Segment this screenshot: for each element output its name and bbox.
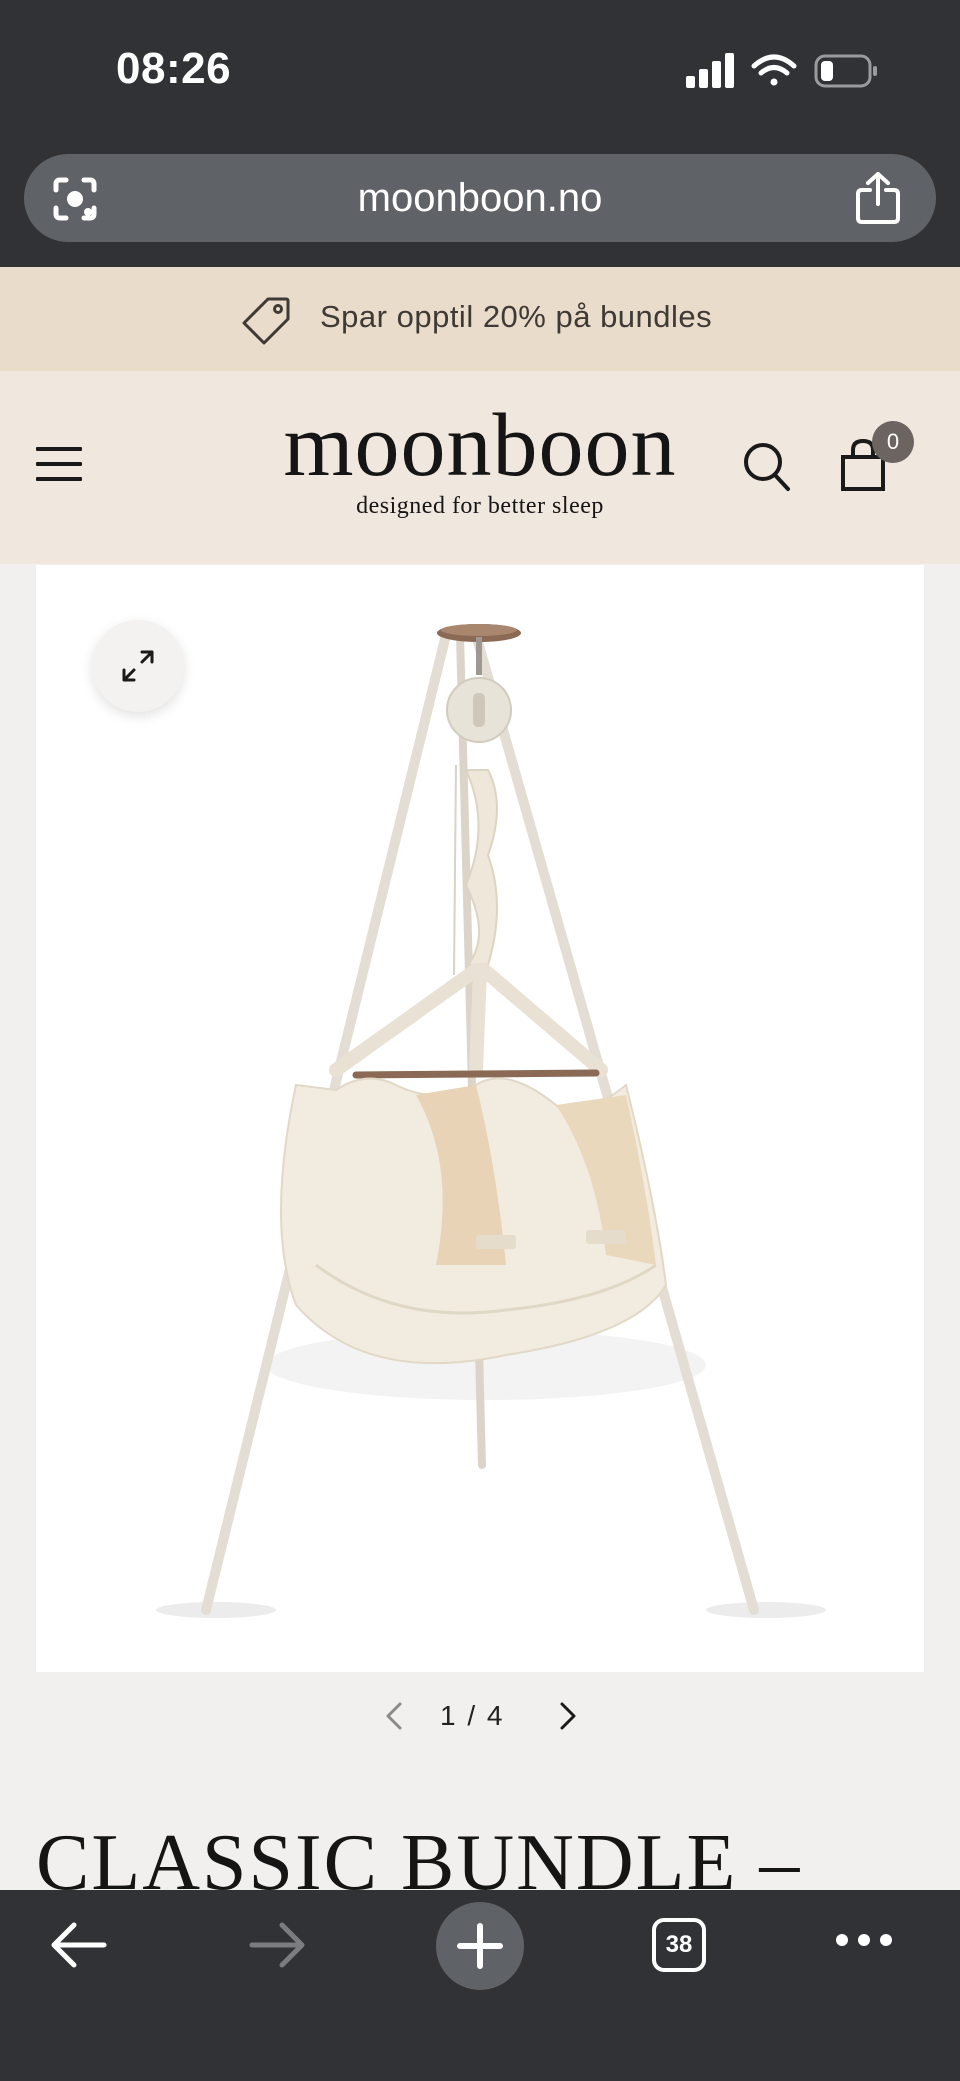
cellular-signal-icon (686, 53, 734, 88)
url-text[interactable]: moonboon.no (24, 176, 936, 221)
site-header: moonboon designed for better sleep 0 (0, 371, 960, 564)
promo-text[interactable]: Spar opptil 20% på bundles (320, 299, 712, 335)
prev-chevron-icon[interactable] (380, 1700, 410, 1737)
hamburger-icon[interactable] (36, 447, 82, 481)
wifi-icon (751, 54, 797, 86)
share-icon[interactable] (852, 170, 904, 231)
battery-icon (814, 54, 877, 88)
pager-total: 4 (486, 1700, 505, 1731)
forward-arrow-icon[interactable] (248, 1920, 308, 1975)
url-bar[interactable]: moonboon.no (24, 154, 936, 242)
pager-indicator: 1 / 4 (440, 1700, 505, 1732)
status-time: 08:26 (116, 44, 232, 93)
site-logo[interactable]: moonboon (220, 401, 740, 491)
plus-icon (457, 1923, 503, 1969)
pager-separator: / (467, 1700, 478, 1731)
search-icon[interactable] (742, 441, 792, 498)
pager-current: 1 (440, 1700, 458, 1731)
price-tag-icon (242, 295, 292, 350)
more-dots-icon[interactable] (834, 1930, 894, 1955)
product-image[interactable] (36, 565, 924, 1672)
tab-switcher-button[interactable]: 38 (652, 1918, 706, 1972)
site-tagline: designed for better sleep (356, 493, 604, 519)
status-icons (686, 48, 886, 97)
promo-banner[interactable]: Spar opptil 20% på bundles (0, 267, 960, 371)
gallery-pager: 1 / 4 (380, 1696, 580, 1736)
cart-count-badge[interactable]: 0 (872, 421, 914, 463)
hammock-cradle-illustration (156, 624, 826, 1618)
browser-top-chrome: 08:26 moonboon.no (0, 0, 960, 267)
new-tab-button[interactable] (436, 1902, 524, 1990)
browser-bottom-toolbar: 38 (0, 1890, 960, 2081)
next-chevron-icon[interactable] (552, 1700, 582, 1737)
back-arrow-icon[interactable] (48, 1920, 108, 1975)
